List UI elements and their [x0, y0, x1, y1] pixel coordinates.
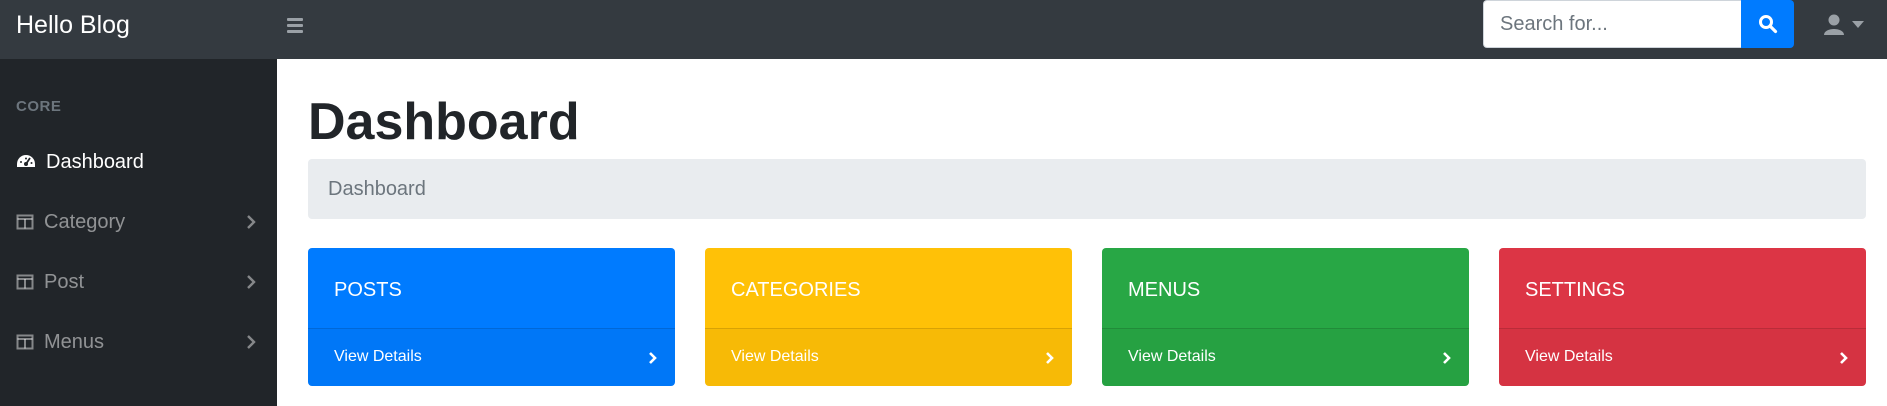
card-title: POSTS: [334, 279, 402, 301]
chevron-right-icon: [247, 275, 256, 289]
sidebar-item-dashboard[interactable]: Dashboard: [0, 140, 277, 184]
sidebar-toggle-button[interactable]: [287, 17, 305, 35]
view-details-link[interactable]: View Details: [334, 347, 422, 367]
sidebar-item-label: Category: [44, 211, 126, 233]
search-button[interactable]: [1741, 0, 1794, 48]
card-posts: POSTS View Details: [308, 248, 675, 386]
user-dropdown[interactable]: [1824, 13, 1868, 37]
card-footer: View Details: [1499, 328, 1866, 386]
card-settings: SETTINGS View Details: [1499, 248, 1866, 386]
menu-bar-icon: [287, 18, 303, 21]
card-footer: View Details: [1102, 328, 1469, 386]
chevron-right-icon[interactable]: [648, 351, 658, 365]
main-content: Dashboard Dashboard POSTS View Details C…: [277, 59, 1887, 406]
chevron-right-icon[interactable]: [1442, 351, 1452, 365]
card-title: SETTINGS: [1525, 279, 1626, 301]
chevron-right-icon[interactable]: [1045, 351, 1055, 365]
sidebar-item-post[interactable]: Post: [0, 260, 277, 304]
search-form: [1483, 0, 1794, 48]
view-details-link[interactable]: View Details: [731, 347, 819, 367]
columns-icon: [16, 274, 34, 290]
card-title: MENUS: [1128, 279, 1201, 301]
search-input[interactable]: [1483, 0, 1741, 48]
search-icon: [1758, 15, 1777, 34]
chevron-right-icon: [247, 335, 256, 349]
columns-icon: [16, 214, 34, 230]
sidebar-item-menus[interactable]: Menus: [0, 320, 277, 364]
page-title: Dashboard: [308, 93, 580, 151]
breadcrumb-item: Dashboard: [328, 178, 426, 200]
sidebar: CORE Dashboard Category Post Menus: [0, 59, 277, 406]
card-categories: CATEGORIES View Details: [705, 248, 1072, 386]
top-navbar: Hello Blog: [0, 0, 1887, 59]
brand-link[interactable]: Hello Blog: [16, 9, 130, 41]
card-menus: MENUS View Details: [1102, 248, 1469, 386]
caret-down-icon: [1852, 21, 1864, 28]
sidebar-item-label: Menus: [44, 331, 105, 353]
card-footer: View Details: [308, 328, 675, 386]
card-footer: View Details: [705, 328, 1072, 386]
user-icon: [1824, 14, 1844, 35]
view-details-link[interactable]: View Details: [1128, 347, 1216, 367]
chevron-right-icon: [247, 215, 256, 229]
sidebar-item-category[interactable]: Category: [0, 200, 277, 244]
menu-bar-icon: [287, 24, 303, 27]
sidebar-item-label: Dashboard: [46, 151, 144, 173]
sidebar-heading: CORE: [16, 98, 62, 115]
columns-icon: [16, 334, 34, 350]
sidebar-item-label: Post: [44, 271, 85, 293]
view-details-link[interactable]: View Details: [1525, 347, 1613, 367]
chevron-right-icon[interactable]: [1839, 351, 1849, 365]
tachometer-icon: [17, 155, 35, 167]
menu-bar-icon: [287, 30, 303, 33]
breadcrumb: Dashboard: [308, 159, 1866, 219]
card-title: CATEGORIES: [731, 279, 861, 301]
